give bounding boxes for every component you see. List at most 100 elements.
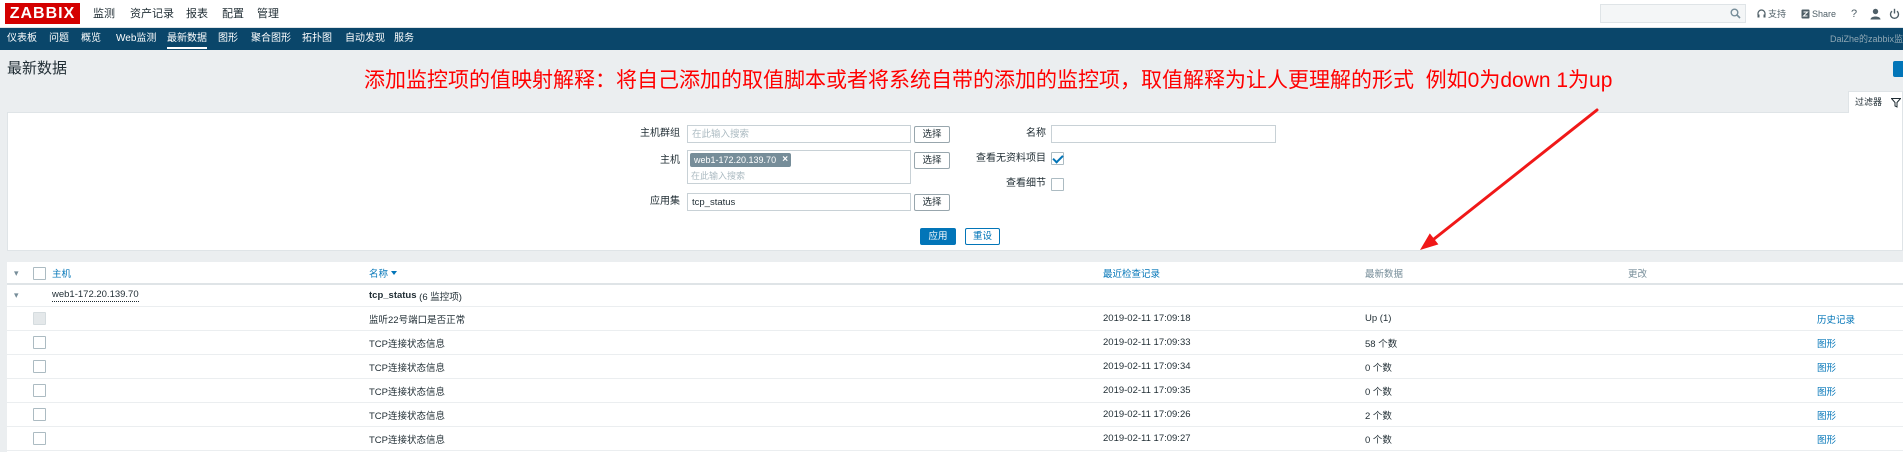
reset-button[interactable]: 重设 bbox=[965, 228, 1000, 245]
host-groups-input[interactable] bbox=[687, 125, 911, 143]
table-header-row: ▾ 主机 名称 最近检查记录 最新数据 更改 bbox=[7, 263, 1903, 285]
apply-button[interactable]: 应用 bbox=[920, 228, 956, 245]
tab-problems[interactable]: 问题 bbox=[49, 28, 69, 50]
table-row: 监听22号端口是否正常 2019-02-11 17:09:18 Up (1) 历… bbox=[7, 307, 1903, 331]
last-value: Up (1) bbox=[1365, 313, 1392, 324]
column-host[interactable]: 主机 bbox=[52, 263, 71, 283]
tab-web-monitoring[interactable]: Web监测 bbox=[116, 28, 156, 50]
main-menu-configuration[interactable]: 配置 bbox=[222, 0, 244, 28]
column-name[interactable]: 名称 bbox=[369, 263, 398, 283]
support-link[interactable]: 支持 bbox=[1768, 0, 1786, 28]
last-check-time: 2019-02-11 17:09:18 bbox=[1103, 313, 1191, 324]
zabbix-logo[interactable]: ZABBIX bbox=[5, 3, 80, 24]
main-menu-reports[interactable]: 报表 bbox=[186, 0, 208, 28]
row-checkbox[interactable] bbox=[33, 336, 46, 349]
name-input[interactable] bbox=[1051, 125, 1276, 143]
application-input[interactable] bbox=[687, 193, 911, 211]
filter-icon bbox=[1891, 98, 1901, 108]
item-name: TCP连接状态信息 bbox=[369, 410, 446, 422]
row-checkbox[interactable] bbox=[33, 384, 46, 397]
last-check-time: 2019-02-11 17:09:26 bbox=[1103, 409, 1191, 420]
graph-link[interactable]: 图形 bbox=[1817, 379, 1836, 402]
last-value: 58 个数 bbox=[1365, 338, 1398, 350]
row-checkbox[interactable] bbox=[33, 360, 46, 373]
search-icon[interactable] bbox=[1730, 8, 1741, 19]
last-value: 0 个数 bbox=[1365, 386, 1392, 398]
annotation-text: 添加监控项的值映射解释：将自己添加的取值脚本或者将系统自带的添加的监控项，取值解… bbox=[364, 69, 1613, 92]
select-all-checkbox[interactable] bbox=[33, 267, 46, 280]
group-item-count: (6 监控项) bbox=[419, 291, 462, 303]
host-group-row: ▾ web1-172.20.139.70 tcp_status (6 监控项) bbox=[7, 285, 1903, 307]
hosts-search-input[interactable] bbox=[691, 169, 891, 182]
graph-link[interactable]: 图形 bbox=[1817, 331, 1836, 354]
tab-discovery[interactable]: 自动发现 bbox=[345, 28, 385, 50]
show-without-data-checkbox[interactable] bbox=[1051, 152, 1064, 165]
main-menu-administration[interactable]: 管理 bbox=[257, 0, 279, 28]
host-groups-label: 主机群组 bbox=[640, 128, 680, 139]
last-check-time: 2019-02-11 17:09:34 bbox=[1103, 361, 1191, 372]
share-link[interactable]: Share bbox=[1812, 0, 1836, 28]
row-checkbox[interactable] bbox=[33, 432, 46, 445]
row-checkbox[interactable] bbox=[33, 312, 46, 325]
remove-tag-icon[interactable]: × bbox=[782, 153, 788, 167]
main-menu-inventory[interactable]: 资产记录 bbox=[130, 0, 174, 28]
selected-host-label: web1-172.20.139.70 bbox=[694, 155, 777, 165]
row-checkbox[interactable] bbox=[33, 408, 46, 421]
global-search-input[interactable] bbox=[1601, 5, 1726, 22]
hosts-multiselect[interactable]: web1-172.20.139.70 × bbox=[687, 150, 911, 184]
graph-link[interactable]: 图形 bbox=[1817, 355, 1836, 378]
column-last-check[interactable]: 最近检查记录 bbox=[1103, 263, 1160, 283]
last-value: 0 个数 bbox=[1365, 362, 1392, 374]
group-application-cell: tcp_status (6 监控项) bbox=[369, 285, 462, 306]
headset-icon[interactable] bbox=[1757, 9, 1766, 19]
sort-down-icon bbox=[391, 271, 398, 275]
item-name: TCP连接状态信息 bbox=[369, 362, 446, 374]
item-name: 监听22号端口是否正常 bbox=[369, 314, 466, 326]
tab-dashboard[interactable]: 仪表板 bbox=[7, 28, 37, 50]
column-last-value: 最新数据 bbox=[1365, 269, 1404, 280]
page-title: 最新数据 bbox=[7, 60, 68, 77]
show-without-data-label: 查看无资料项目 bbox=[976, 153, 1046, 164]
tab-overview[interactable]: 概览 bbox=[81, 28, 101, 50]
table-row: TCP连接状态信息 2019-02-11 17:09:33 58 个数 图形 bbox=[7, 331, 1903, 355]
filter-tab[interactable]: 过滤器 bbox=[1848, 91, 1903, 113]
selected-host-tag[interactable]: web1-172.20.139.70 × bbox=[690, 153, 792, 167]
graph-link[interactable]: 图形 bbox=[1817, 403, 1836, 426]
history-link[interactable]: 历史记录 bbox=[1817, 307, 1855, 330]
table-row: TCP连接状态信息 2019-02-11 17:09:27 0 个数 图形 bbox=[7, 427, 1903, 451]
last-check-time: 2019-02-11 17:09:27 bbox=[1103, 433, 1191, 444]
power-icon[interactable] bbox=[1889, 8, 1900, 20]
help-link[interactable]: ? bbox=[1851, 0, 1857, 28]
host-groups-select-button[interactable]: 选择 bbox=[914, 126, 950, 143]
hosts-label: 主机 bbox=[660, 155, 680, 166]
collapse-all-icon[interactable]: ▾ bbox=[14, 263, 19, 283]
item-name: TCP连接状态信息 bbox=[369, 434, 446, 446]
item-name: TCP连接状态信息 bbox=[369, 386, 446, 398]
group-application: tcp_status bbox=[369, 290, 417, 301]
tab-graphs[interactable]: 图形 bbox=[218, 28, 238, 50]
show-details-checkbox[interactable] bbox=[1051, 178, 1064, 191]
table-row: TCP连接状态信息 2019-02-11 17:09:35 0 个数 图形 bbox=[7, 379, 1903, 403]
main-menu-monitoring[interactable]: 监测 bbox=[93, 0, 115, 28]
group-host-cell: web1-172.20.139.70 bbox=[52, 285, 139, 306]
application-select-button[interactable]: 选择 bbox=[914, 194, 950, 211]
last-check-time: 2019-02-11 17:09:35 bbox=[1103, 385, 1191, 396]
user-icon[interactable] bbox=[1870, 8, 1881, 20]
share-icon[interactable] bbox=[1801, 9, 1810, 19]
global-search[interactable] bbox=[1600, 4, 1746, 23]
item-name: TCP连接状态信息 bbox=[369, 338, 446, 350]
name-label: 名称 bbox=[1026, 128, 1046, 139]
fullscreen-button[interactable] bbox=[1893, 61, 1903, 77]
tab-services[interactable]: 服务 bbox=[394, 28, 414, 50]
sub-navigation: 仪表板 问题 概览 Web监测 最新数据 图形 聚合图形 拓扑图 自动发现 服务… bbox=[0, 28, 1903, 50]
server-name: DaiZhe的zabbix监 bbox=[1830, 34, 1903, 44]
last-value: 0 个数 bbox=[1365, 434, 1392, 446]
tab-maps[interactable]: 拓扑图 bbox=[302, 28, 332, 50]
last-check-time: 2019-02-11 17:09:33 bbox=[1103, 337, 1191, 348]
graph-link[interactable]: 图形 bbox=[1817, 427, 1836, 450]
group-host-link[interactable]: web1-172.20.139.70 bbox=[52, 289, 139, 302]
collapse-group-icon[interactable]: ▾ bbox=[14, 285, 19, 306]
tab-screens[interactable]: 聚合图形 bbox=[251, 28, 291, 50]
tab-latest-data[interactable]: 最新数据 bbox=[167, 28, 207, 50]
last-value: 2 个数 bbox=[1365, 410, 1392, 422]
